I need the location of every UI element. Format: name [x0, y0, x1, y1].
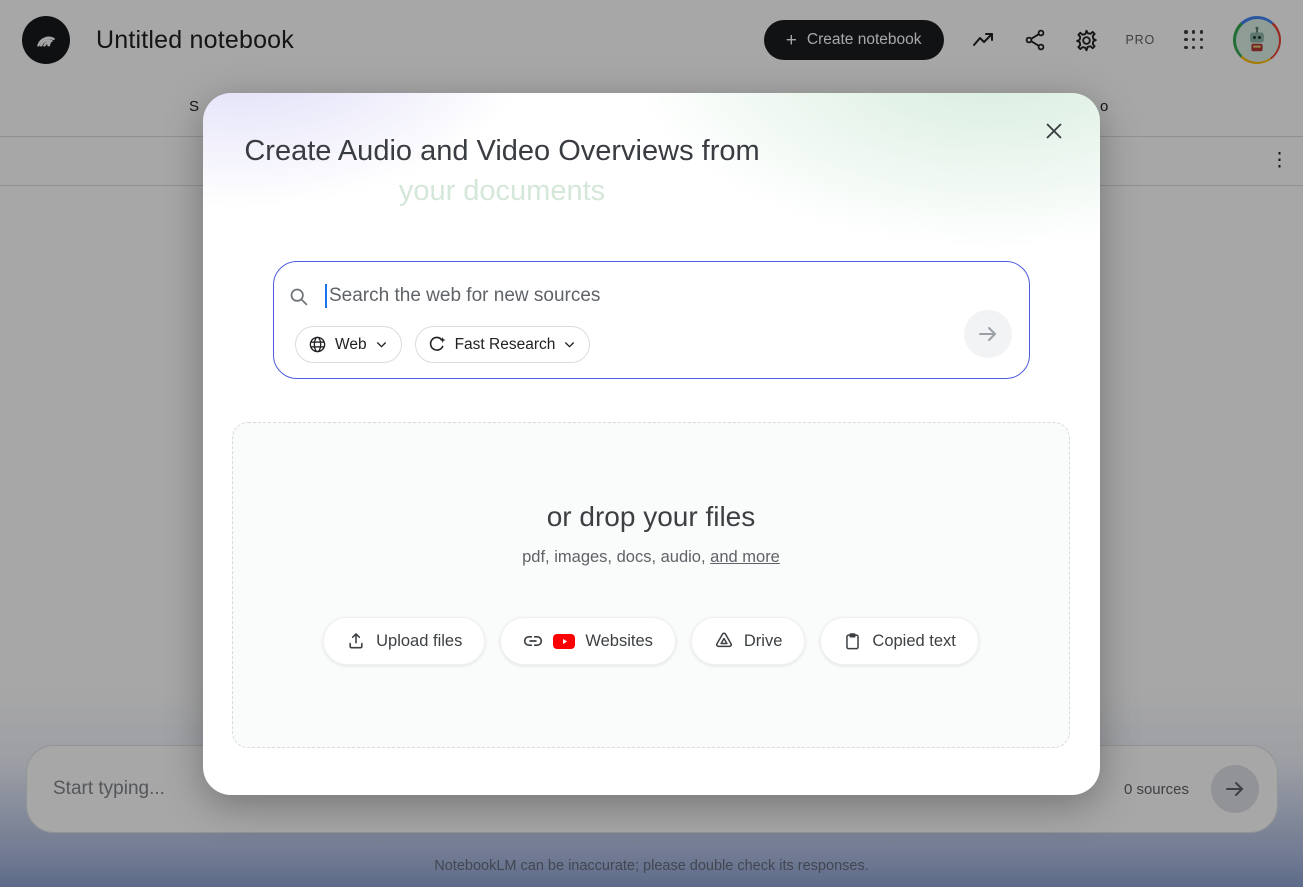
add-sources-dialog: Create Audio and Video Overviews from yo… — [203, 93, 1100, 795]
dialog-title-line2: your documents — [229, 171, 775, 211]
file-types-text: pdf, images, docs, audio, — [522, 548, 710, 566]
drop-zone-heading: or drop your files — [547, 501, 756, 533]
search-submit-button[interactable] — [964, 310, 1012, 358]
fast-research-icon — [428, 335, 447, 354]
arrow-right-icon — [976, 322, 1000, 346]
web-search-box: Web Fast Research — [273, 261, 1030, 379]
drop-zone-subtext: pdf, images, docs, audio, and more — [522, 548, 780, 567]
drive-button[interactable]: Drive — [691, 617, 806, 665]
and-more-link[interactable]: and more — [710, 548, 780, 566]
dialog-title-line1: Create Audio and Video Overviews from — [229, 131, 775, 171]
chevron-down-icon — [563, 338, 576, 351]
web-source-label: Web — [335, 336, 367, 354]
drive-label: Drive — [744, 632, 783, 651]
search-input[interactable] — [329, 285, 1009, 307]
drive-icon — [714, 631, 734, 651]
upload-files-label: Upload files — [376, 632, 462, 651]
clipboard-icon — [843, 632, 862, 651]
text-caret — [325, 284, 327, 308]
copied-text-label: Copied text — [872, 632, 955, 651]
web-source-dropdown[interactable]: Web — [295, 326, 402, 363]
research-mode-dropdown[interactable]: Fast Research — [415, 326, 591, 363]
websites-label: Websites — [585, 632, 653, 651]
close-icon[interactable] — [1040, 117, 1068, 145]
dialog-title: Create Audio and Video Overviews from yo… — [229, 131, 775, 211]
youtube-icon — [553, 634, 575, 649]
websites-button[interactable]: Websites — [500, 617, 676, 665]
link-icon — [523, 631, 543, 651]
file-drop-zone[interactable]: or drop your files pdf, images, docs, au… — [232, 422, 1070, 748]
globe-icon — [308, 335, 327, 354]
copied-text-button[interactable]: Copied text — [820, 617, 978, 665]
research-mode-label: Fast Research — [455, 336, 556, 354]
upload-files-button[interactable]: Upload files — [323, 617, 485, 665]
upload-icon — [346, 631, 366, 651]
chevron-down-icon — [375, 338, 388, 351]
search-icon — [288, 286, 309, 307]
